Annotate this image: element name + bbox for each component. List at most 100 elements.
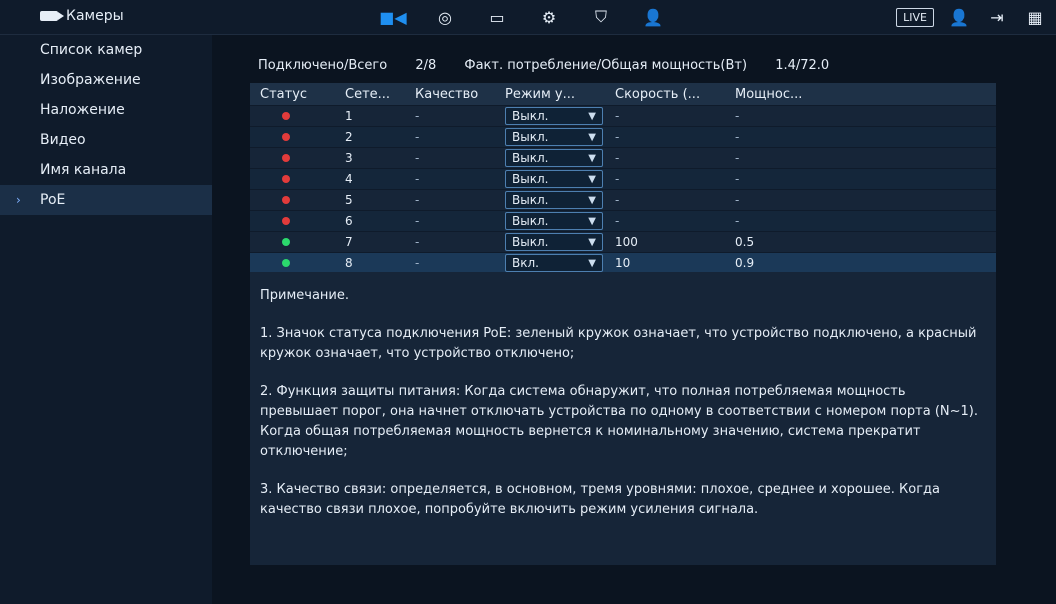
- connected-total-label: Подключено/Всего: [258, 58, 388, 73]
- mode-select[interactable]: Выкл. ▼: [505, 170, 603, 188]
- account-tab-icon[interactable]: 👤: [640, 6, 666, 28]
- window-title: Камеры: [40, 8, 124, 24]
- quality-value: -: [415, 130, 420, 144]
- note-paragraph-1: 1. Значок статуса подключения PoE: зелен…: [260, 326, 977, 361]
- mode-select[interactable]: Выкл. ▼: [505, 128, 603, 146]
- mode-select-value: Выкл.: [512, 193, 549, 207]
- sidebar-item-poe[interactable]: › PoE: [0, 185, 212, 215]
- table-row[interactable]: 2 - Выкл. ▼ - -: [250, 126, 996, 147]
- quality-value: -: [415, 214, 420, 228]
- power-label: Факт. потребление/Общая мощность(Вт): [464, 58, 748, 73]
- chevron-down-icon: ▼: [588, 194, 596, 206]
- settings-tab-icon[interactable]: ⚙: [536, 6, 562, 28]
- network-tab-icon[interactable]: ◎: [432, 6, 458, 28]
- mode-select[interactable]: Выкл. ▼: [505, 149, 603, 167]
- logout-icon[interactable]: ⇥: [984, 6, 1010, 28]
- port-number: 6: [345, 214, 353, 228]
- port-number: 3: [345, 151, 353, 165]
- camera-tab-icon[interactable]: ■◀: [379, 6, 406, 28]
- col-mode: Режим у...: [505, 86, 576, 102]
- user-icon[interactable]: 👤: [946, 6, 972, 28]
- mode-select[interactable]: Выкл. ▼: [505, 233, 603, 251]
- table-row[interactable]: 5 - Выкл. ▼ - -: [250, 189, 996, 210]
- quality-value: -: [415, 109, 420, 123]
- storage-tab-icon[interactable]: ▭: [484, 6, 510, 28]
- speed-value: -: [615, 172, 620, 186]
- qr-icon[interactable]: ▦: [1022, 6, 1048, 28]
- chevron-down-icon: ▼: [588, 173, 596, 185]
- sidebar-item-label: PoE: [40, 192, 66, 208]
- camera-icon: [40, 11, 64, 21]
- speed-value: -: [615, 214, 620, 228]
- port-number: 7: [345, 235, 353, 249]
- chevron-down-icon: ▼: [588, 236, 596, 248]
- status-dot-icon: [282, 133, 290, 141]
- sidebar-item-label: Изображение: [40, 72, 141, 88]
- sidebar-item-label: Видео: [40, 132, 86, 148]
- speed-value: 10: [615, 256, 631, 270]
- note-panel: Примечание. 1. Значок статуса подключени…: [250, 272, 996, 565]
- speed-value: -: [615, 151, 620, 165]
- speed-value: -: [615, 193, 620, 207]
- table-header: Статус Сете... Качество Режим у... Скоро…: [250, 83, 996, 105]
- status-dot-icon: [282, 154, 290, 162]
- top-bar: Камеры ■◀ ◎ ▭ ⚙ ⛉ 👤 LIVE 👤 ⇥ ▦: [0, 0, 1056, 35]
- col-network: Сете...: [345, 86, 391, 102]
- sidebar-item-label: Имя канала: [40, 162, 127, 178]
- chevron-down-icon: ▼: [588, 215, 596, 227]
- power-value: 1.4/72.0: [775, 58, 830, 73]
- power-value: -: [735, 193, 740, 207]
- mode-select-value: Выкл.: [512, 235, 549, 249]
- note-paragraph-2: 2. Функция защиты питания: Когда система…: [260, 384, 978, 459]
- connected-total-value: 2/8: [415, 58, 437, 73]
- chevron-down-icon: ▼: [588, 152, 596, 164]
- col-power: Мощнос...: [735, 86, 803, 102]
- mode-select[interactable]: Выкл. ▼: [505, 107, 603, 125]
- mode-select-value: Выкл.: [512, 214, 549, 228]
- mode-select-value: Выкл.: [512, 172, 549, 186]
- table-row[interactable]: 8 - Вкл. ▼ 10 0.9: [250, 252, 996, 273]
- mode-select[interactable]: Вкл. ▼: [505, 254, 603, 272]
- table-row[interactable]: 1 - Выкл. ▼ - -: [250, 105, 996, 126]
- live-button[interactable]: LIVE: [896, 7, 934, 27]
- power-value: -: [735, 151, 740, 165]
- power-value: -: [735, 130, 740, 144]
- mode-select[interactable]: Выкл. ▼: [505, 191, 603, 209]
- quality-value: -: [415, 172, 420, 186]
- status-dot-icon: [282, 259, 290, 267]
- mode-select[interactable]: Выкл. ▼: [505, 212, 603, 230]
- power-value: -: [735, 109, 740, 123]
- port-number: 8: [345, 256, 353, 270]
- status-dot-icon: [282, 112, 290, 120]
- status-dot-icon: [282, 196, 290, 204]
- mode-select-value: Выкл.: [512, 130, 549, 144]
- quality-value: -: [415, 235, 420, 249]
- table-row[interactable]: 4 - Выкл. ▼ - -: [250, 168, 996, 189]
- mode-select-value: Выкл.: [512, 109, 549, 123]
- quality-value: -: [415, 151, 420, 165]
- table-row[interactable]: 6 - Выкл. ▼ - -: [250, 210, 996, 231]
- chevron-down-icon: ▼: [588, 257, 596, 269]
- top-nav: ■◀ ◎ ▭ ⚙ ⛉ 👤: [379, 6, 666, 28]
- col-speed: Скорость (...: [615, 86, 701, 102]
- port-number: 1: [345, 109, 353, 123]
- chevron-down-icon: ▼: [588, 131, 596, 143]
- speed-value: -: [615, 130, 620, 144]
- sidebar-item-image[interactable]: Изображение: [0, 65, 212, 95]
- table-row[interactable]: 7 - Выкл. ▼ 100 0.5: [250, 231, 996, 252]
- security-tab-icon[interactable]: ⛉: [588, 6, 614, 28]
- sidebar-item-camera-list[interactable]: Список камер: [0, 35, 212, 65]
- power-value: -: [735, 214, 740, 228]
- sidebar-item-overlay[interactable]: Наложение: [0, 95, 212, 125]
- port-number: 2: [345, 130, 353, 144]
- sidebar-item-channel-name[interactable]: Имя канала: [0, 155, 212, 185]
- status-dot-icon: [282, 217, 290, 225]
- status-dot-icon: [282, 175, 290, 183]
- note-paragraph-3: 3. Качество связи: определяется, в основ…: [260, 482, 941, 517]
- chevron-down-icon: ▼: [588, 110, 596, 122]
- note-title: Примечание.: [260, 288, 350, 303]
- table-row[interactable]: 3 - Выкл. ▼ - -: [250, 147, 996, 168]
- col-status: Статус: [260, 86, 308, 102]
- sidebar-item-video[interactable]: Видео: [0, 125, 212, 155]
- window-title-text: Камеры: [66, 8, 124, 24]
